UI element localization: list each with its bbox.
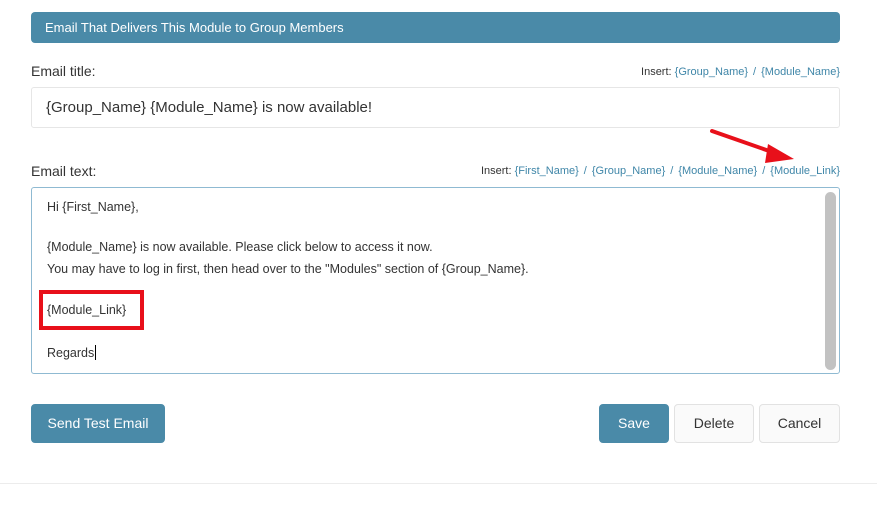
section-header: Email That Delivers This Module to Group… (31, 12, 840, 43)
save-button[interactable]: Save (599, 404, 669, 443)
insert-label: Insert: (641, 66, 672, 78)
email-text-line: {Module_Name} is now available. Please c… (47, 240, 433, 254)
email-text-line: You may have to log in first, then head … (47, 262, 529, 276)
email-title-value: {Group_Name} {Module_Name} is now availa… (46, 99, 373, 116)
email-text-last-line: Regards (47, 345, 97, 360)
email-text-line: Regards (47, 346, 95, 360)
insert-token-group-name[interactable]: {Group_Name} (592, 165, 665, 177)
delete-button[interactable]: Delete (674, 404, 754, 443)
footer-divider (0, 483, 877, 484)
insert-separator: / (583, 165, 587, 177)
email-text-insert-row: Insert: {First_Name} / {Group_Name} / {Modul… (481, 165, 840, 177)
email-text-line: Hi {First_Name}, (47, 200, 139, 214)
insert-token-module-name[interactable]: {Module_Name} (678, 165, 757, 177)
text-cursor (95, 345, 97, 360)
scrollbar-thumb[interactable] (825, 192, 836, 370)
insert-label: Insert: (480, 165, 512, 177)
send-test-email-button[interactable]: Send Test Email (31, 404, 165, 443)
insert-token-module-link[interactable]: {Module_Link} (770, 165, 840, 177)
insert-token-first-name[interactable]: {First_Name} (515, 165, 579, 177)
insert-separator: / (753, 66, 757, 78)
section-header-title: Email That Delivers This Module to Group… (45, 20, 344, 35)
insert-token-group-name[interactable]: {Group_Name} (675, 66, 748, 78)
cancel-button[interactable]: Cancel (759, 404, 840, 443)
email-text-scrollbar[interactable] (825, 192, 836, 370)
annotation-highlight-box (39, 290, 144, 330)
email-title-insert-row: Insert: {Group_Name} / {Module_Name} (641, 66, 840, 78)
insert-token-module-name[interactable]: {Module_Name} (761, 66, 840, 78)
email-title-label: Email title: (31, 63, 96, 79)
insert-separator: / (762, 165, 766, 177)
email-title-input[interactable]: {Group_Name} {Module_Name} is now availa… (31, 87, 840, 128)
insert-separator: / (670, 165, 674, 177)
email-text-label: Email text: (31, 163, 97, 179)
email-text-area[interactable]: Hi {First_Name}, {Module_Name} is now av… (31, 187, 840, 374)
